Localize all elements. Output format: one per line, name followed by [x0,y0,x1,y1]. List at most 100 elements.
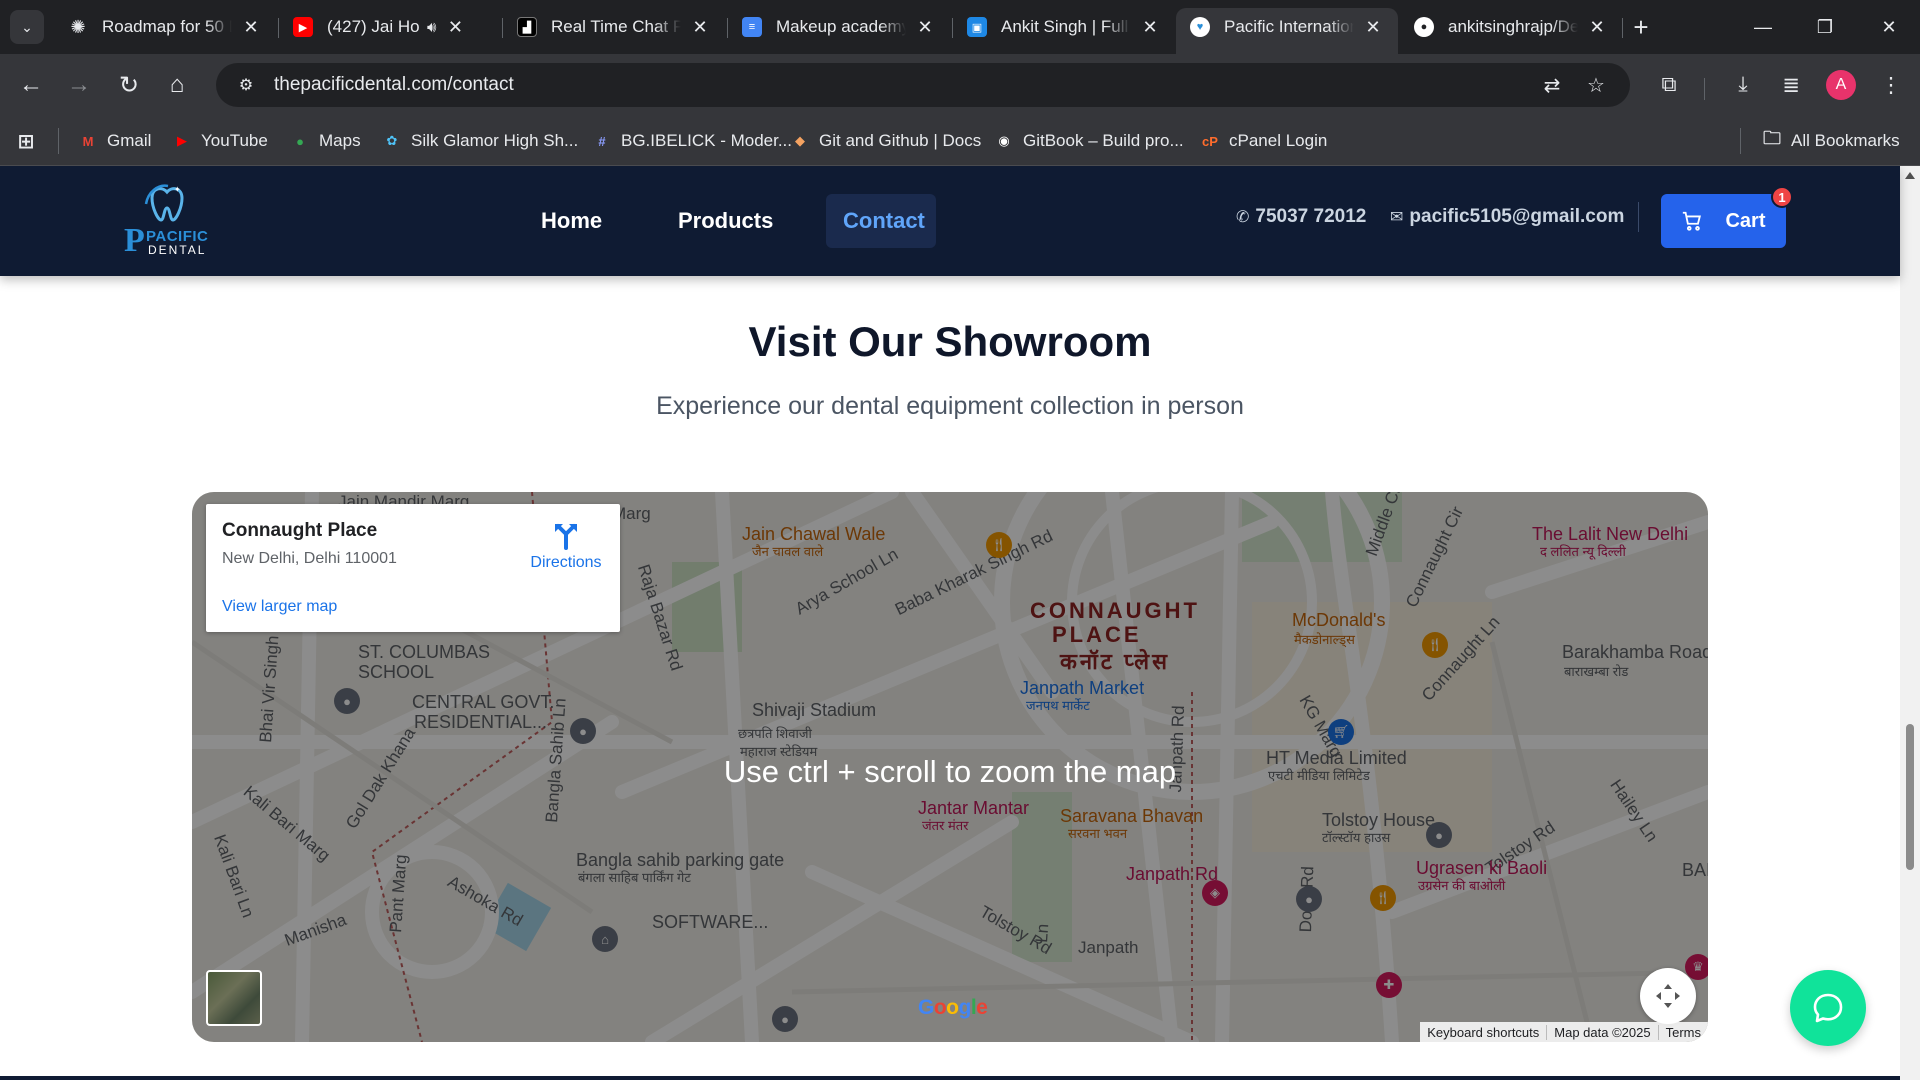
email-address: pacific5105@gmail.com [1409,206,1625,227]
tab-roadmap[interactable]: ✺ Roadmap for 50 Days ✕ [54,8,276,46]
tab-youtube[interactable]: ▶ (427) Jai Ho Song 🔊︎ ✕ [279,8,501,46]
phone-icon: ✆ [1236,209,1250,226]
chat-widget-button[interactable] [1790,970,1866,1046]
tab-title: Roadmap for 50 Days [102,17,232,36]
bookmark-youtube[interactable]: ▶ YouTube [172,128,268,154]
tab-title: Makeup academy [776,17,906,36]
extensions-icon[interactable]: ⧉ [1652,68,1686,102]
cpanel-icon: cP [1202,133,1218,149]
mail-icon: ✉ [1390,209,1404,226]
reload-button[interactable]: ↻ [110,66,148,104]
nav-home[interactable]: Home [524,194,619,248]
header-phone[interactable]: ✆ 75037 72012 [1236,202,1366,232]
bookmark-label: YouTube [201,131,268,150]
tab-chat-platform[interactable]: ▟ Real Time Chat Platform ✕ [503,8,725,46]
cart-count-badge: 1 [1771,186,1793,208]
apps-button[interactable]: ⊞ [16,128,45,154]
section-title: Visit Our Showroom [748,318,1152,365]
tab-title: Ankit Singh | Full Stack [1001,17,1131,36]
minimize-button[interactable]: — [1735,8,1791,46]
media-control-icon[interactable]: ≣ [1774,68,1808,102]
close-icon[interactable]: ✕ [444,16,466,38]
close-icon[interactable]: ✕ [689,16,711,38]
tab-github[interactable]: ● ankitsinghrajp/Dental ✕ [1400,8,1622,46]
google-logo-letter: o [946,996,959,1019]
tab-search-button[interactable]: ⌄ [10,10,44,44]
bookmark-silk-glamor-high-sh[interactable]: ✿ Silk Glamor High Sh... [382,128,579,154]
all-bookmarks-button[interactable]: 🗀︎ All Bookmarks [1762,128,1900,154]
menu-kebab-icon[interactable]: ⋮ [1874,68,1908,102]
tab-title: Real Time Chat Platform [551,17,681,36]
directions-button[interactable]: Directions [524,522,608,572]
hash-icon: # [598,133,606,149]
close-icon[interactable]: ✕ [1139,16,1161,38]
scroll-up-arrow-icon[interactable] [1905,172,1915,179]
nav-products[interactable]: Products [661,194,790,248]
close-icon[interactable]: ✕ [240,16,262,38]
page-footer-edge [0,1076,1900,1080]
git-icon: ◆ [795,133,805,148]
tab-title: ankitsinghrajp/Dental [1448,17,1578,36]
close-icon[interactable]: ✕ [1586,16,1608,38]
star-icon[interactable]: ☆ [1582,71,1610,99]
directions-label: Directions [530,554,602,571]
back-button[interactable]: ← [12,66,50,104]
bookmarks-separator [58,128,59,154]
cart-button[interactable]: Cart [1661,194,1786,248]
map-data-text: Map data ©2025 [1546,1024,1657,1040]
home-button[interactable]: ⌂ [158,66,196,104]
close-window-button[interactable]: ✕ [1861,8,1917,46]
scroll-thumb[interactable] [1906,724,1914,870]
app-icon: ▟ [517,17,537,37]
new-tab-button[interactable]: + [1626,12,1656,42]
arrow-right-icon: → [67,71,91,98]
terms-link[interactable]: Terms [1657,1024,1708,1040]
bookmark-cpanel-login[interactable]: cP cPanel Login [1200,128,1327,154]
google-map-embed[interactable]: Jain Mandir Marg Marg Jain Chawal Wale जैन … [192,492,1708,1042]
address-bar[interactable]: ⚙ thepacificdental.com/contact ⇄ ☆ [216,63,1630,107]
folder-icon: 🗀︎ [1763,128,1781,148]
profile-avatar[interactable]: A [1826,70,1856,100]
browser-chrome: ⌄ ✺ Roadmap for 50 Days ✕ ▶ (427) Jai Ho… [0,0,1920,166]
bookmark-git-and-github-docs[interactable]: ◆ Git and Github | Docs [790,128,981,154]
speaker-icon[interactable]: 🔊︎ [427,19,436,36]
forward-button[interactable]: → [60,66,98,104]
tab-makeup-academy[interactable]: ≡ Makeup academy ✕ [728,8,950,46]
tab-pacific-international[interactable]: ♥ Pacific International ✕ [1176,8,1398,54]
bookmark-label: GitBook – Build pro... [1023,131,1184,150]
youtube-icon: ▶ [293,17,313,37]
tooth-logo-icon: ✦ [144,184,184,222]
reload-icon: ↻ [118,71,140,99]
keyboard-shortcuts-link[interactable]: Keyboard shortcuts [1420,1025,1546,1040]
nav-contact[interactable]: Contact [826,194,936,248]
browser-toolbar: ← → ↻ ⌂ ⚙ thepacificdental.com/contact ⇄… [0,54,1920,116]
tab-title: (427) Jai Ho Song [327,17,421,36]
translate-icon[interactable]: ⇄ [1538,71,1566,99]
page-scrollbar[interactable] [1900,166,1920,1080]
google-logo-letter: g [958,996,972,1019]
svg-text:✦: ✦ [174,185,181,194]
bookmark-maps[interactable]: ● Maps [290,128,361,154]
google-logo-letter: o [933,996,947,1019]
zoom-hint: Use ctrl + scroll to zoom the map [723,754,1177,789]
satellite-toggle[interactable] [206,970,262,1026]
header-email[interactable]: ✉ pacific5105@gmail.com [1390,202,1624,232]
phone-number: 75037 72012 [1255,206,1367,227]
close-icon[interactable]: ✕ [914,16,936,38]
url-text[interactable]: thepacificdental.com/contact [274,74,514,96]
restore-button[interactable]: ❐ [1797,8,1853,46]
silk-icon: ✿ [386,133,398,148]
pacific-dental-logo[interactable]: ✦ P PACIFIC DENTAL [124,184,208,258]
site-info-icon[interactable]: ⚙ [224,63,268,107]
download-icon[interactable]: ⤓ [1726,68,1760,102]
tab-portfolio[interactable]: ▣ Ankit Singh | Full Stack ✕ [953,8,1175,46]
bookmark-gitbook-build-pro[interactable]: ◉ GitBook – Build pro... [994,128,1184,154]
bookmark-label: Silk Glamor High Sh... [411,131,579,150]
bookmark-gmail[interactable]: M Gmail [78,128,152,154]
close-icon[interactable]: ✕ [1362,16,1384,38]
fullscreen-button[interactable] [1640,968,1696,1024]
view-larger-map-link[interactable]: View larger map [222,598,337,616]
bookmark-label: BG.IBELICK - Moder... [621,131,793,150]
bookmark-bg-ibelick-moder[interactable]: # BG.IBELICK - Moder... [592,128,792,154]
maps-icon: ● [296,133,304,149]
